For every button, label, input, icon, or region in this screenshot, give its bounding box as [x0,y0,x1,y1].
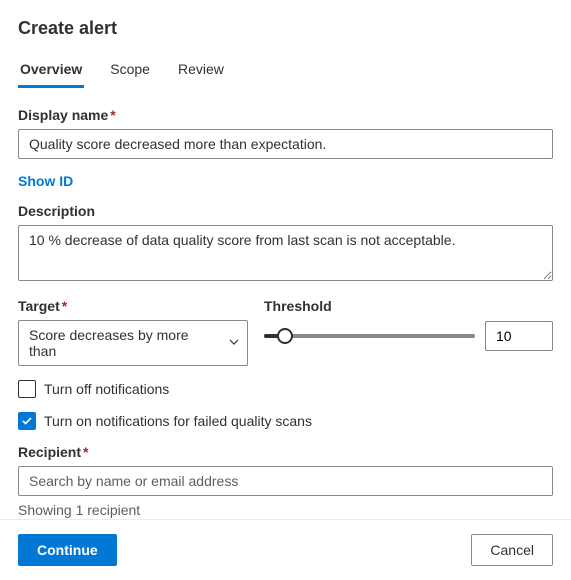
checkbox-checked [18,412,36,430]
show-id-link[interactable]: Show ID [18,173,73,189]
recipient-field: Recipient* Showing 1 recipient [18,444,553,518]
required-marker: * [83,444,88,460]
page-title: Create alert [18,18,553,39]
recipient-input[interactable] [18,466,553,496]
required-marker: * [62,298,67,314]
threshold-field: Threshold [264,298,553,366]
display-name-field: Display name* [18,107,553,159]
description-field: Description 10 % decrease of data qualit… [18,203,553,284]
turn-off-notifications-checkbox[interactable]: Turn off notifications [18,380,553,398]
target-select[interactable]: Score decreases by more than [18,320,248,366]
description-input[interactable]: 10 % decrease of data quality score from… [18,225,553,281]
display-name-label: Display name* [18,107,553,123]
slider-thumb[interactable] [277,328,293,344]
threshold-label: Threshold [264,298,553,314]
turn-on-failed-scans-checkbox[interactable]: Turn on notifications for failed quality… [18,412,553,430]
threshold-slider[interactable] [264,320,475,352]
tab-overview[interactable]: Overview [18,55,84,88]
cancel-button[interactable]: Cancel [471,534,553,566]
threshold-slider-row [264,320,553,352]
turn-on-failed-scans-label: Turn on notifications for failed quality… [44,413,312,429]
tab-review[interactable]: Review [176,55,226,88]
turn-off-notifications-label: Turn off notifications [44,381,169,397]
display-name-label-text: Display name [18,107,108,123]
footer-bar: Continue Cancel [0,519,571,580]
required-marker: * [110,107,115,123]
target-label-text: Target [18,298,60,314]
description-label: Description [18,203,553,219]
target-label: Target* [18,298,248,314]
target-threshold-row: Target* Score decreases by more than Thr… [18,298,553,366]
threshold-value-input[interactable] [485,321,553,351]
tab-bar: Overview Scope Review [18,55,553,89]
slider-rail [264,334,475,338]
continue-button[interactable]: Continue [18,534,117,566]
recipient-label: Recipient* [18,444,553,460]
display-name-input[interactable] [18,129,553,159]
recipient-label-text: Recipient [18,444,81,460]
checkbox-unchecked [18,380,36,398]
tab-scope[interactable]: Scope [108,55,152,88]
target-field: Target* Score decreases by more than [18,298,248,366]
target-select-wrap: Score decreases by more than [18,320,248,366]
recipient-status: Showing 1 recipient [18,502,553,518]
